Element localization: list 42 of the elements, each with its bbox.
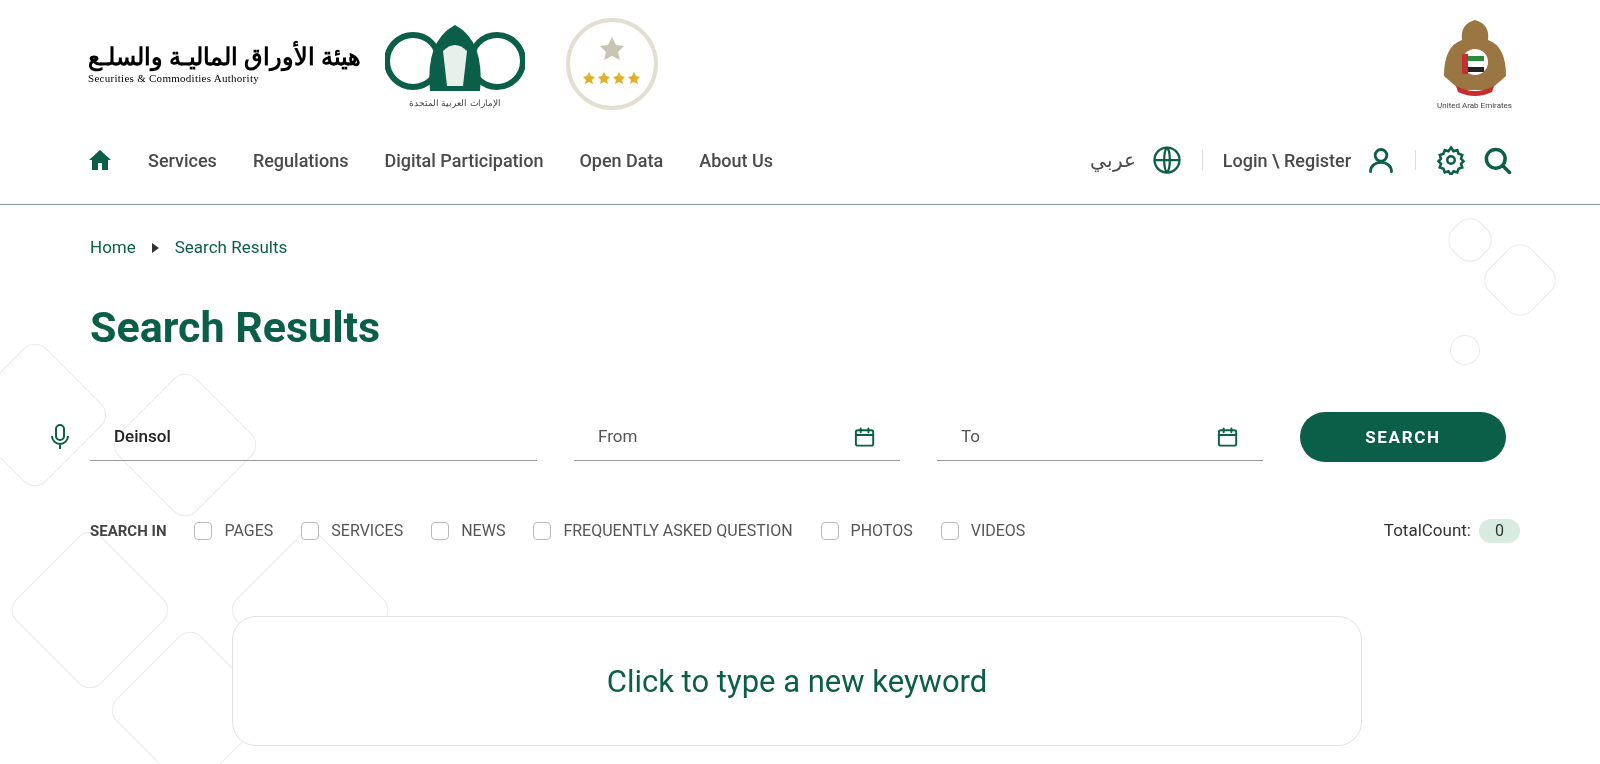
checkbox[interactable] <box>533 522 552 540</box>
checkbox-label[interactable]: VIDEOS <box>970 519 1026 543</box>
checkbox-label[interactable]: PAGES <box>224 519 274 543</box>
total-count-value: 0 <box>1479 519 1520 543</box>
checkbox-label[interactable]: FREQUENTLY ASKED QUESTION <box>563 519 793 543</box>
emblem-caption: الإمارات العربية المتحدة <box>409 98 501 108</box>
globe-icon[interactable] <box>1151 145 1182 175</box>
to-date-field[interactable]: To <box>961 424 1208 450</box>
nav-link[interactable]: Regulations <box>252 146 349 174</box>
login-link[interactable]: Login \ Register <box>1222 146 1351 174</box>
language-link[interactable]: عربي <box>1089 145 1136 175</box>
caret-icon <box>151 242 159 253</box>
new-keyword-prompt[interactable]: Click to type a new keyword <box>606 658 988 745</box>
checkbox[interactable] <box>301 522 320 540</box>
checkbox[interactable] <box>820 522 839 540</box>
logo-english-name: Securities & Commodities Authority <box>88 72 259 86</box>
microphone-icon[interactable] <box>50 423 70 452</box>
search-in-label: SEARCH IN <box>90 520 167 542</box>
from-date-field[interactable]: From <box>598 424 845 450</box>
breadcrumb-current: Search Results <box>174 236 288 259</box>
home-icon[interactable] <box>88 149 112 171</box>
user-icon[interactable] <box>1367 145 1395 175</box>
checkbox-label[interactable]: PHOTOS <box>850 519 913 543</box>
emblem-caption: United Arab Emirates <box>1437 100 1512 112</box>
checkbox[interactable] <box>431 522 450 540</box>
nav-link[interactable]: Digital Participation <box>384 146 544 174</box>
search-button[interactable]: SEARCH <box>1300 412 1506 463</box>
search-icon[interactable] <box>1482 145 1512 175</box>
checkbox-label[interactable]: NEWS <box>461 519 506 543</box>
nav-link[interactable]: About Us <box>699 146 774 174</box>
nav-link[interactable]: Services <box>148 146 217 174</box>
checkbox[interactable] <box>940 522 959 540</box>
keyword-field[interactable]: Deinsol <box>114 424 513 450</box>
checkbox-label[interactable]: SERVICES <box>331 519 404 543</box>
new-keyword-card[interactable]: Click to type a new keyword <box>232 615 1362 746</box>
page-title: Search Results <box>90 300 382 354</box>
breadcrumb-link[interactable]: Home <box>90 235 136 261</box>
checkbox[interactable] <box>194 522 213 540</box>
logo-arabic-name: هيئة الأوراق الماليـة والسلـع <box>88 42 361 73</box>
total-count-label: TotalCount: <box>1383 519 1471 543</box>
settings-icon[interactable] <box>1436 145 1466 175</box>
nav-link[interactable]: Open Data <box>579 146 664 174</box>
